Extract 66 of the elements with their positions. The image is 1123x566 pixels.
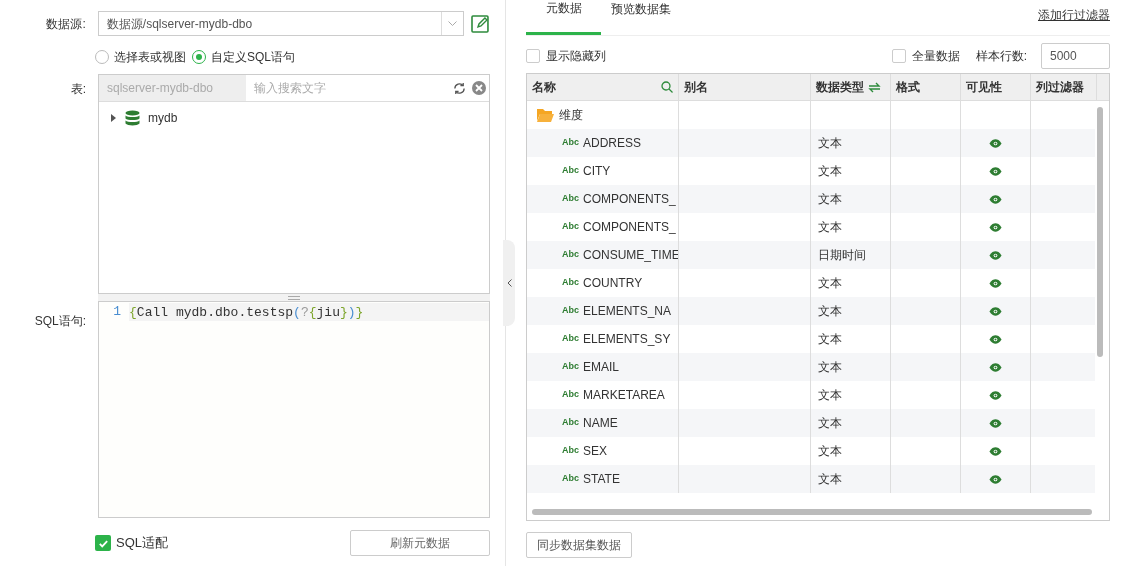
column-header[interactable]: 格式 bbox=[891, 74, 961, 100]
field-name[interactable]: ELEMENTS_NA bbox=[583, 302, 672, 320]
radio-label[interactable]: 选择表或视图 bbox=[114, 48, 186, 66]
table-cell-text: 文本 bbox=[818, 191, 842, 208]
field-name[interactable]: EMAIL bbox=[583, 358, 620, 376]
sync-data-button[interactable]: 同步数据集数据 bbox=[526, 532, 632, 558]
checkbox-label[interactable]: 显示隐藏列 bbox=[546, 47, 606, 65]
field-name[interactable]: COMPONENTS_ bbox=[583, 190, 676, 208]
type-label: Abc bbox=[562, 472, 579, 486]
field-name[interactable]: SEX bbox=[583, 442, 608, 460]
type-label: Abc bbox=[562, 220, 579, 234]
type-label: Abc bbox=[562, 276, 579, 290]
field-name[interactable]: COMPONENTS_ bbox=[583, 218, 676, 236]
field-name[interactable]: STATE bbox=[583, 470, 620, 488]
type-label: Abc bbox=[562, 304, 579, 318]
column-header[interactable]: 名称 bbox=[527, 74, 679, 100]
add-row-filter-link[interactable]: 添加行过滤器 bbox=[1038, 6, 1110, 24]
table-cell-text: 文本 bbox=[818, 331, 842, 348]
table-cell-text: 文本 bbox=[818, 219, 842, 236]
schema-field: sqlserver-mydb-dbo bbox=[99, 75, 246, 101]
table-cell-text: 文本 bbox=[818, 471, 842, 488]
field-label: SQL语句: bbox=[33, 313, 87, 330]
table-cell-text: 文本 bbox=[818, 443, 842, 460]
type-label: Abc bbox=[562, 444, 579, 458]
table-cell-text: 日期时间 bbox=[818, 247, 866, 264]
field-label: 样本行数: bbox=[975, 48, 1027, 65]
type-label: Abc bbox=[562, 248, 579, 262]
field-label: 表: bbox=[69, 81, 87, 98]
type-label: Abc bbox=[562, 360, 579, 374]
field-name[interactable]: COUNTRY bbox=[583, 274, 643, 292]
table-cell-text: 文本 bbox=[818, 303, 842, 320]
column-header[interactable]: 列过滤器 bbox=[1031, 74, 1097, 100]
type-label: Abc bbox=[562, 136, 579, 150]
checkbox-label[interactable]: 全量数据 bbox=[911, 47, 960, 65]
type-label: Abc bbox=[562, 164, 579, 178]
type-label: Abc bbox=[562, 416, 579, 430]
column-header[interactable]: 可见性 bbox=[961, 74, 1031, 100]
table-cell-text: 文本 bbox=[818, 163, 842, 180]
field-label: 数据源: bbox=[45, 15, 87, 33]
refresh-metadata-button[interactable]: 刷新元数据 bbox=[350, 530, 490, 556]
checkbox-label[interactable]: SQL适配 bbox=[116, 533, 168, 553]
line-number: 1 bbox=[112, 303, 122, 322]
table-cell-text: 文本 bbox=[818, 387, 842, 404]
tab[interactable]: 元数据 bbox=[526, 0, 601, 35]
column-header[interactable]: 别名 bbox=[679, 74, 811, 100]
sample-rows-field[interactable]: 5000 bbox=[1041, 43, 1110, 69]
search-field[interactable]: 输入搜索文字 bbox=[246, 75, 453, 101]
type-label: Abc bbox=[562, 332, 579, 346]
field-name[interactable]: CITY bbox=[583, 162, 611, 180]
table-cell-text: 文本 bbox=[818, 359, 842, 376]
field-name[interactable]: ELEMENTS_SY bbox=[583, 330, 671, 348]
type-label: Abc bbox=[562, 388, 579, 402]
datasource-select[interactable]: 数据源/sqlserver-mydb-dbo bbox=[97, 11, 465, 36]
tree-item[interactable]: 维度 bbox=[559, 106, 583, 124]
column-header[interactable]: 数据类型 bbox=[811, 74, 891, 100]
tab[interactable]: 预览数据集 bbox=[603, 0, 678, 35]
sql-editor[interactable]: 1 {Call mydb.dbo.testsp(?{jiu})} bbox=[98, 301, 490, 518]
type-label: Abc bbox=[562, 192, 579, 206]
table-cell-text: 文本 bbox=[818, 135, 842, 152]
field-name[interactable]: MARKETAREA bbox=[583, 386, 665, 404]
tree-item[interactable]: mydb bbox=[148, 109, 178, 127]
field-name[interactable]: NAME bbox=[583, 414, 618, 432]
table-cell-text: 文本 bbox=[818, 415, 842, 432]
radio-label[interactable]: 自定义SQL语句 bbox=[211, 48, 295, 66]
table-cell-text: 文本 bbox=[818, 275, 842, 292]
field-name[interactable]: ADDRESS bbox=[583, 134, 642, 152]
